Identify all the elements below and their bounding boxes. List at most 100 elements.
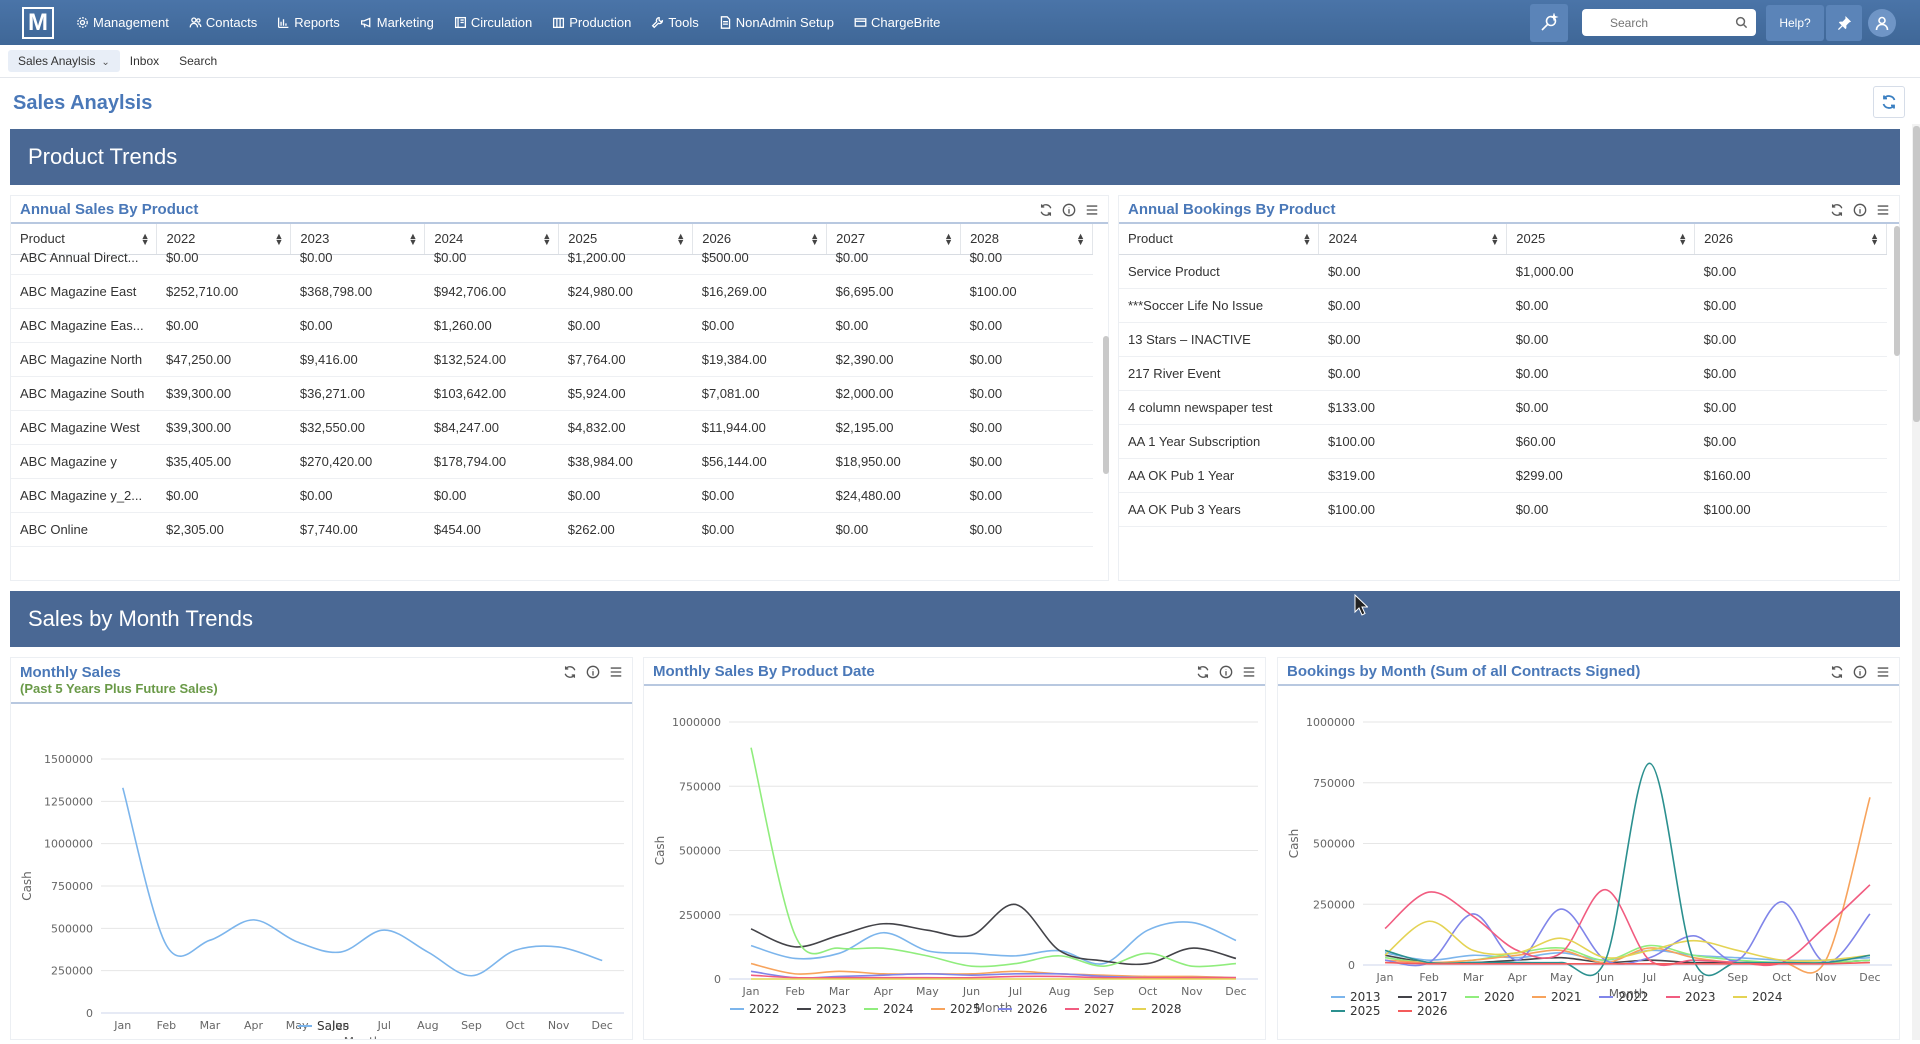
nav-management[interactable]: Management — [76, 15, 169, 30]
column-header[interactable]: 2024 ▲ ▼ — [1318, 224, 1508, 255]
table-row[interactable]: AA 1 Year Subscription $100.00 $60.00 $0.00 — [1119, 424, 1887, 459]
table-row[interactable]: ABC Magazine South $39,300.00 $36,271.00 $1… — [11, 376, 1093, 411]
table-row[interactable]: ABC Magazine y_2... $0.00 $0.00 $0.00 $0.00 $… — [11, 478, 1093, 513]
tab-inbox[interactable]: Inbox — [120, 50, 169, 72]
nav-circulation[interactable]: Circulation — [454, 15, 532, 30]
table-row[interactable]: ABC Online $2,305.00 $7,740.00 $454.00 $262.… — [11, 512, 1093, 547]
table-cell: ABC Magazine y — [11, 444, 157, 479]
table-cell: $11,944.00 — [692, 410, 827, 445]
legend-label: 2021 — [1551, 990, 1582, 1004]
table-row[interactable]: Service Product $0.00 $1,000.00 $0.00 — [1119, 254, 1887, 289]
help-button[interactable]: Help? — [1766, 4, 1824, 41]
table-cell: $100.00 — [1318, 424, 1507, 459]
menu-icon[interactable] — [1241, 664, 1257, 680]
x-tick-label: Apr — [1508, 971, 1528, 984]
menu-icon[interactable] — [608, 664, 624, 680]
column-header[interactable]: Product ▲ ▼ — [1119, 224, 1320, 255]
x-axis-label: Month — [344, 1035, 382, 1039]
nav-reports[interactable]: Reports — [277, 15, 340, 30]
table-row[interactable]: AA OK Pub 1 Year $319.00 $299.00 $160.00 — [1119, 458, 1887, 493]
info-icon[interactable] — [1852, 664, 1868, 680]
table-row[interactable]: ABC Magazine North $47,250.00 $9,416.00 $13… — [11, 342, 1093, 377]
table-row[interactable]: ABC Annual Direct... $0.00 $0.00 $0.00 $1,20… — [11, 240, 1093, 275]
series-line — [1384, 797, 1871, 974]
menu-icon[interactable] — [1875, 202, 1891, 218]
table-cell: $0.00 — [960, 308, 1093, 343]
nav-nonadmin-setup[interactable]: NonAdmin Setup — [719, 15, 834, 30]
table-cell: $0.00 — [1506, 390, 1695, 425]
table-cell: $103,642.00 — [424, 376, 559, 411]
table-row[interactable]: ABC Magazine West $39,300.00 $32,550.00 $84… — [11, 410, 1093, 445]
table-row[interactable]: ***Soccer Life No Issue $0.00 $0.00 $0.00 — [1119, 288, 1887, 323]
table-row[interactable]: ABC Magazine East $252,710.00 $368,798.00 $… — [11, 274, 1093, 309]
table-row[interactable]: 217 River Event $0.00 $0.00 $0.00 — [1119, 356, 1887, 391]
tab-search[interactable]: Search — [169, 50, 227, 72]
wrench-icon — [652, 16, 664, 29]
nav-tools[interactable]: Tools — [651, 15, 699, 30]
x-tick-label: Mar — [200, 1019, 221, 1032]
legend-label: 2020 — [1484, 990, 1515, 1004]
x-tick-label: Jun — [962, 985, 980, 998]
sort-icon[interactable]: ▲ ▼ — [1490, 232, 1499, 247]
global-search[interactable] — [1582, 9, 1756, 36]
table-row[interactable]: 13 Stars – INACTIVE $0.00 $0.00 $0.00 — [1119, 322, 1887, 357]
refresh-icon[interactable] — [562, 664, 578, 680]
column-header[interactable]: 2026 ▲ ▼ — [1694, 224, 1887, 255]
quick-search-button[interactable] — [1530, 3, 1568, 42]
table-row[interactable]: ABC Magazine Eas... $0.00 $0.00 $1,260.00 $0… — [11, 308, 1093, 343]
app-logo[interactable]: M — [22, 6, 54, 39]
nav-marketing[interactable]: Marketing — [360, 15, 434, 30]
info-icon[interactable] — [585, 664, 601, 680]
table-cell: $9,416.00 — [290, 342, 425, 377]
info-icon[interactable] — [1061, 202, 1077, 218]
sort-icon[interactable]: ▲ ▼ — [1678, 232, 1687, 247]
y-axis-label: Cash — [1287, 829, 1301, 859]
table-cell: $2,390.00 — [826, 342, 961, 377]
nav-contacts[interactable]: Contacts — [189, 15, 257, 30]
table-row[interactable]: AA OK Pub 3 Years $100.00 $0.00 $100.00 — [1119, 492, 1887, 527]
nav-chargebrite[interactable]: ChargeBrite — [854, 15, 940, 30]
table-cell: $0.00 — [1694, 356, 1887, 391]
refresh-icon[interactable] — [1829, 664, 1845, 680]
table-cell: $0.00 — [156, 240, 291, 275]
table-cell: ABC Magazine East — [11, 274, 157, 309]
annual-bookings-scrollbar[interactable] — [1894, 226, 1900, 356]
monthly-sales-subtitle: (Past 5 Years Plus Future Sales) — [20, 681, 218, 696]
table-cell: $16,269.00 — [692, 274, 827, 309]
annual-sales-scrollbar[interactable] — [1103, 336, 1109, 474]
x-tick-label: Sep — [461, 1019, 482, 1032]
sort-icon[interactable]: ▲ ▼ — [1303, 232, 1312, 247]
nav-tools-label: Tools — [668, 15, 699, 30]
refresh-icon[interactable] — [1038, 202, 1054, 218]
legend-label: 2017 — [1417, 990, 1448, 1004]
info-icon[interactable] — [1218, 664, 1234, 680]
x-tick-label: Mar — [1463, 971, 1484, 984]
table-cell: $0.00 — [558, 478, 693, 513]
refresh-icon[interactable] — [1829, 202, 1845, 218]
table-cell: AA OK Pub 3 Years — [1119, 492, 1319, 527]
user-avatar[interactable] — [1868, 8, 1896, 37]
tab-sales-analysis[interactable]: Sales Anaylsis ⌄ — [8, 50, 120, 72]
menu-icon[interactable] — [1084, 202, 1100, 218]
table-row[interactable]: ABC Magazine y $35,405.00 $270,420.00 $178,… — [11, 444, 1093, 479]
nav-circulation-label: Circulation — [470, 15, 533, 30]
search-input[interactable] — [1610, 15, 1748, 30]
sort-icon[interactable]: ▲ ▼ — [1870, 232, 1879, 247]
table-row[interactable]: 4 column newspaper test $133.00 $0.00 $0.00 — [1119, 390, 1887, 425]
table-cell: $500.00 — [692, 240, 827, 275]
refresh-icon[interactable] — [1195, 664, 1211, 680]
table-cell: $0.00 — [960, 376, 1093, 411]
bookings-by-month-header: Bookings by Month (Sum of all Contracts … — [1278, 658, 1899, 686]
info-icon[interactable] — [1852, 202, 1868, 218]
column-header[interactable]: 2025 ▲ ▼ — [1506, 224, 1696, 255]
menu-icon[interactable] — [1875, 664, 1891, 680]
table-cell: $0.00 — [960, 512, 1093, 547]
chevron-down-icon[interactable]: ⌄ — [101, 57, 109, 68]
page-scrollbar-thumb[interactable] — [1913, 126, 1920, 422]
table-cell: $1,000.00 — [1506, 254, 1695, 289]
megaphone-icon — [360, 17, 371, 28]
nav-production[interactable]: Production — [552, 15, 631, 30]
pin-button[interactable] — [1826, 4, 1862, 41]
refresh-page-button[interactable] — [1873, 86, 1905, 118]
annual-bookings-header: Annual Bookings By Product — [1119, 196, 1899, 224]
